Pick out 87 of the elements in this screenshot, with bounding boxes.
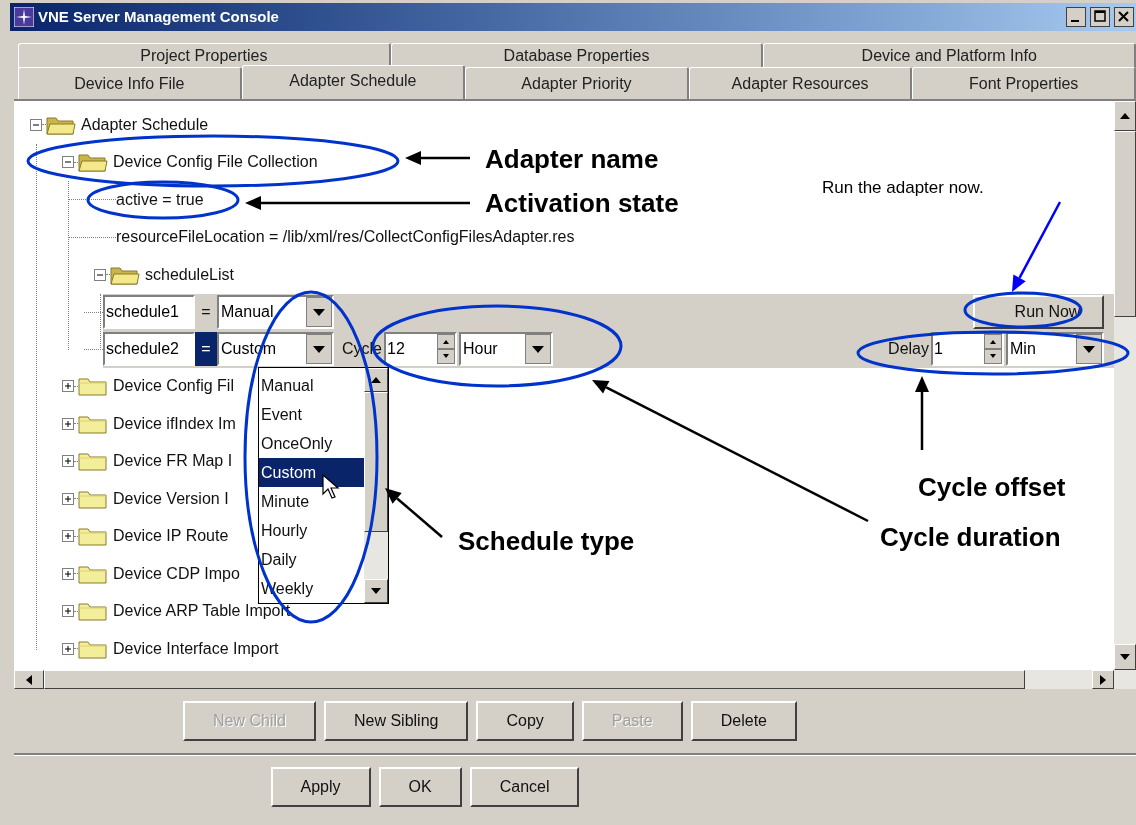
name-field[interactable]: schedule1	[103, 295, 195, 329]
minimize-icon[interactable]	[1066, 7, 1086, 27]
caret-icon	[306, 297, 332, 327]
tree-item[interactable]: Device ifIndex Im	[113, 411, 236, 436]
folder-icon	[78, 375, 108, 398]
folder-icon	[78, 600, 108, 623]
collapse-icon[interactable]	[62, 156, 74, 169]
expand-icon[interactable]	[62, 492, 74, 505]
tab[interactable]: Device Info File	[18, 67, 242, 99]
tab[interactable]: Font Properties	[912, 67, 1136, 99]
callout-label: Cycle duration	[880, 521, 1061, 554]
tree-item[interactable]: Device Version I	[113, 486, 229, 511]
close-icon[interactable]	[1114, 7, 1134, 27]
tree-item[interactable]: Device Config Fil	[113, 374, 234, 399]
name-field[interactable]: schedule2	[103, 332, 195, 366]
scroll-right-icon[interactable]	[1100, 674, 1106, 685]
callout-label: Schedule type	[458, 525, 635, 558]
caret-icon	[525, 334, 551, 364]
expand-icon[interactable]	[62, 642, 74, 655]
spinner-field[interactable]: 12	[384, 332, 457, 366]
expand-icon[interactable]	[62, 455, 74, 468]
callout-label: Cycle offset	[918, 471, 1066, 504]
maximize-icon[interactable]	[1090, 7, 1110, 27]
expand-icon[interactable]	[62, 380, 74, 393]
action-button[interactable]: Copy	[476, 701, 574, 741]
tree-item[interactable]: Device IP Route	[113, 524, 229, 549]
expand-icon[interactable]	[62, 567, 74, 580]
spinner-arrows-icon[interactable]	[437, 334, 455, 364]
list-option[interactable]: Minute	[259, 487, 364, 516]
list-option[interactable]: Custom	[259, 458, 364, 487]
expand-icon[interactable]	[62, 530, 74, 543]
folder-icon	[78, 450, 108, 473]
tree-item[interactable]: scheduleList	[145, 262, 234, 287]
scroll-up-icon[interactable]	[371, 377, 381, 383]
spinner-field[interactable]: 1	[931, 332, 1004, 366]
scroll-up-icon[interactable]	[1120, 113, 1130, 119]
collapse-icon[interactable]	[30, 118, 42, 131]
caret-icon	[1076, 334, 1102, 364]
callout-note: Run the adapter now.	[822, 177, 984, 199]
tree-item[interactable]: Device Interface Import	[113, 636, 279, 661]
tree-item[interactable]: active = true	[116, 187, 204, 212]
list-option[interactable]: Daily	[259, 545, 364, 574]
scroll-down-icon[interactable]	[1120, 654, 1130, 660]
tree-item[interactable]: Adapter Schedule	[81, 112, 209, 137]
collapse-icon[interactable]	[94, 268, 106, 281]
scroll-left-icon[interactable]	[26, 674, 32, 685]
tree-item[interactable]: Device CDP Impo	[113, 561, 240, 586]
list-option[interactable]: Event	[259, 400, 364, 429]
dropdown[interactable]: Min	[1006, 332, 1104, 366]
open-folder-icon	[78, 151, 108, 174]
equals-sign: =	[200, 302, 212, 322]
vertical-scrollbar[interactable]	[1114, 101, 1136, 670]
tab[interactable]: Adapter Priority	[465, 67, 689, 99]
list-option[interactable]: Manual	[259, 371, 364, 400]
app-icon	[14, 7, 34, 27]
spinner-arrows-icon[interactable]	[984, 334, 1002, 364]
tree-item[interactable]: resourceFileLocation = /lib/xml/res/CollectConfigFilesAdapter.res	[116, 225, 575, 250]
field-label: Delay	[888, 339, 929, 359]
callout-label: Adapter name	[485, 143, 659, 176]
action-button[interactable]: New Sibling	[323, 701, 469, 741]
tree-item[interactable]: Device FR Map I	[113, 449, 233, 474]
caret-icon	[306, 334, 332, 364]
list-option[interactable]: Hourly	[259, 516, 364, 545]
action-button[interactable]: Delete	[690, 701, 797, 741]
folder-icon	[78, 525, 108, 548]
cursor-icon	[322, 474, 340, 500]
dropdown[interactable]: Hour	[459, 332, 553, 366]
tab[interactable]: Adapter Resources	[688, 67, 913, 99]
tab[interactable]: Database Properties	[390, 43, 764, 68]
action-button[interactable]: Cancel	[469, 766, 580, 807]
tree-item[interactable]: Device Config File Collection	[113, 150, 318, 175]
window-title: VNE Server Management Console	[38, 6, 280, 27]
action-button[interactable]: OK	[378, 766, 462, 807]
list-option[interactable]: OnceOnly	[259, 429, 364, 458]
scroll-down-icon[interactable]	[371, 588, 381, 594]
dropdown[interactable]: Manual	[217, 295, 334, 329]
tab[interactable]: Adapter Schedule	[241, 65, 466, 99]
list-scrollbar[interactable]	[364, 368, 388, 603]
action-button[interactable]: Apply	[270, 766, 371, 807]
arrow	[405, 151, 470, 165]
tree-item[interactable]: Device ARP Table Import	[113, 599, 291, 624]
tab[interactable]: Device and Platform Info	[763, 43, 1136, 68]
callout-label: Activation state	[485, 187, 679, 220]
equals-sign: =	[195, 332, 217, 366]
expand-icon[interactable]	[62, 417, 74, 430]
expand-icon[interactable]	[62, 605, 74, 618]
horizontal-scrollbar[interactable]	[14, 670, 1136, 689]
